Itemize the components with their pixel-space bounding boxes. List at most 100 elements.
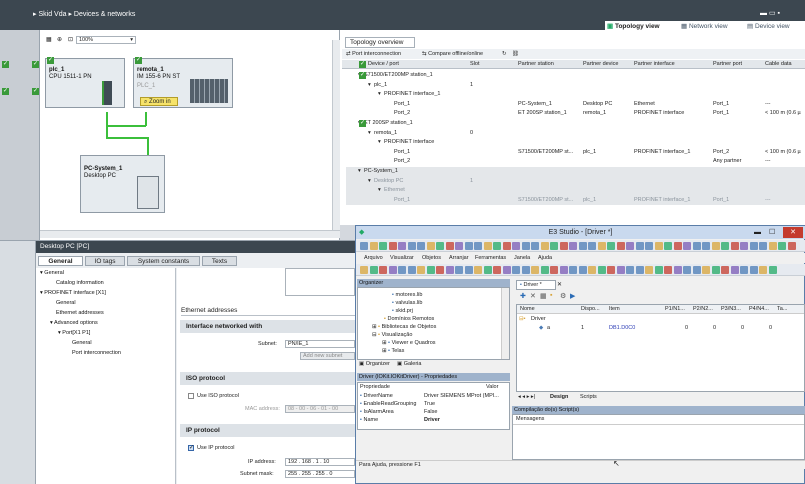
toolbar-button-icon[interactable] xyxy=(502,266,511,274)
toolbar-button-icon[interactable] xyxy=(455,266,463,274)
toolbar-button-icon[interactable] xyxy=(749,266,758,274)
ip-field[interactable]: 192 . 168 . 1 . 10 xyxy=(285,458,355,466)
org-item-bibliotecas[interactable]: ⊞ ▪ Bibliotecas de Objetos xyxy=(372,324,436,330)
toolbar-button-icon[interactable] xyxy=(407,242,416,250)
toolbar-button-icon[interactable] xyxy=(455,242,463,250)
add-subnet-button[interactable]: Add new subnet xyxy=(300,352,355,360)
toolbar-button-icon[interactable] xyxy=(464,266,473,274)
topology-row[interactable]: Port_1 PC-System_1 Desktop PC Ethernet Port_… xyxy=(346,100,805,110)
prop-value[interactable]: Driver SIEMENS MProt (MPI... xyxy=(424,393,499,399)
tree-profinet-general[interactable]: General xyxy=(56,300,76,306)
tab-galeria[interactable]: ▣ Galeria xyxy=(397,361,421,367)
toolbar-button-icon[interactable] xyxy=(426,242,435,250)
toolbar-button-icon[interactable] xyxy=(550,242,558,250)
topology-row[interactable]: plc_1 ▾ 1 xyxy=(346,81,805,91)
nav-arrows-icon[interactable]: ◂ ◂ ▸ ▸| xyxy=(518,394,535,400)
network-view-canvas[interactable]: ▦ ⊕ ⊡ 100% ▾ ✓ plc_1 CPU 1511-1 PN ✓ remo… xyxy=(40,30,340,240)
expand-arrow-icon[interactable]: ▾ xyxy=(368,177,371,187)
vertical-scrollbar[interactable] xyxy=(332,40,340,230)
e3-close-button[interactable]: ✕ xyxy=(783,227,803,238)
horizontal-scrollbar[interactable] xyxy=(40,230,340,238)
properties-grid[interactable]: Propriedade Valor ▪ DriverName Driver SIE… xyxy=(357,382,510,430)
toolbar-button-icon[interactable] xyxy=(521,266,530,274)
toolbar-button-icon[interactable] xyxy=(749,242,758,250)
pc-device[interactable]: PC-System_1 Desktop PC xyxy=(80,155,165,213)
toolbar-button-icon[interactable] xyxy=(730,266,739,274)
toolbar-button-icon[interactable] xyxy=(588,242,596,250)
toolbar-button-icon[interactable] xyxy=(787,242,796,250)
toolbar-button-icon[interactable] xyxy=(578,242,587,250)
use-ip-checkbox[interactable]: ✓ xyxy=(188,445,194,451)
expand-arrow-icon[interactable]: ▾ xyxy=(378,186,381,196)
topology-row[interactable]: S71500/ET200MP station_1▾ xyxy=(346,71,805,81)
toolbar-button-icon[interactable] xyxy=(369,242,378,250)
folder-icon[interactable]: ▪ xyxy=(550,292,552,299)
col-partner-device[interactable]: Partner device xyxy=(583,60,618,69)
tree-port-general[interactable]: General xyxy=(72,340,92,346)
toolbar-button-icon[interactable] xyxy=(730,242,739,250)
toolbar-button-icon[interactable] xyxy=(654,242,663,250)
expand-arrow-icon[interactable]: ▾ xyxy=(378,90,381,100)
settings-icon[interactable]: ⚙ xyxy=(560,292,566,300)
expand-arrow-icon[interactable]: ▾ xyxy=(368,81,371,91)
tree-profinet[interactable]: ▾ PROFINET interface [X1] xyxy=(40,290,106,296)
tab-system-constants[interactable]: System constants xyxy=(127,256,200,266)
topology-row[interactable]: Desktop PC ▾ 1 xyxy=(346,176,805,187)
tab-general[interactable]: General xyxy=(38,256,83,266)
toolbar-button-icon[interactable] xyxy=(673,266,682,274)
toolbar-button-icon[interactable] xyxy=(768,266,777,274)
toolbar-button-icon[interactable] xyxy=(607,242,615,250)
toolbar-button-icon[interactable] xyxy=(512,266,520,274)
add-icon[interactable]: ✚ xyxy=(520,292,526,300)
topology-row[interactable]: PC-System_1 ▾ xyxy=(346,167,805,177)
menu-arranjar[interactable]: Arranjar xyxy=(449,255,469,261)
toolbar-button-icon[interactable] xyxy=(559,266,568,274)
toolbar-button-icon[interactable] xyxy=(616,266,625,274)
breadcrumb-devices[interactable]: Devices & networks xyxy=(74,11,135,18)
toolbar-button-icon[interactable] xyxy=(768,242,777,250)
refresh-icon[interactable]: ↻ xyxy=(502,49,507,59)
menu-ajuda[interactable]: Ajuda xyxy=(538,255,552,261)
col-cable-data[interactable]: Cable data xyxy=(765,60,792,69)
org-item-visualizacao[interactable]: ⊟ ▪ Visualização xyxy=(372,332,412,338)
org-item-dominios[interactable]: ▪ Domínios Remotos xyxy=(384,316,434,322)
prop-value[interactable]: True xyxy=(424,401,435,407)
org-item-viewer[interactable]: ⊞ ▪ Viewer e Quadros xyxy=(382,340,436,346)
prop-value[interactable]: Driver xyxy=(424,417,440,423)
prop-value[interactable]: False xyxy=(424,409,437,415)
toolbar-button-icon[interactable] xyxy=(645,242,653,250)
expand-arrow-icon[interactable]: ▾ xyxy=(378,138,381,148)
toolbar-button-icon[interactable] xyxy=(664,242,672,250)
toolbar-button-icon[interactable] xyxy=(740,242,748,250)
toolbar-button-icon[interactable] xyxy=(692,266,701,274)
toolbar-button-icon[interactable] xyxy=(645,266,653,274)
port-interconnection-button[interactable]: ⇄ Port interconnection xyxy=(346,49,401,59)
link-icon[interactable]: ⛓ xyxy=(512,49,519,59)
toolbar-button-icon[interactable] xyxy=(550,266,558,274)
toolbar-button-icon[interactable] xyxy=(417,242,425,250)
zoom-fit-icon[interactable]: ⊡ xyxy=(68,36,73,43)
toolbar-button-icon[interactable] xyxy=(692,242,701,250)
toolbar-button-icon[interactable] xyxy=(683,242,691,250)
toolbar-button-icon[interactable] xyxy=(702,242,710,250)
toolbar-button-icon[interactable] xyxy=(436,242,444,250)
menu-janela[interactable]: Janela xyxy=(514,255,530,261)
delete-icon[interactable]: ✕ xyxy=(530,292,536,300)
driver-dispo-cell[interactable]: 1 xyxy=(581,325,584,331)
close-icon[interactable]: ▪ xyxy=(778,10,780,17)
zoom-icon[interactable]: ⊕ xyxy=(57,36,62,43)
e3-maximize-icon[interactable]: ☐ xyxy=(769,226,775,239)
driver-name-cell[interactable]: a xyxy=(547,325,550,331)
col-p2[interactable]: P2/N2... xyxy=(693,306,713,312)
subnet-select[interactable]: PN/IE_1 xyxy=(285,340,355,348)
org-item-motores[interactable]: ▪ motores.lib xyxy=(392,292,422,298)
driver-item-cell[interactable]: DB1.D0C0 xyxy=(609,325,635,331)
toolbar-button-icon[interactable] xyxy=(607,266,615,274)
toolbar-button-icon[interactable] xyxy=(597,242,606,250)
toolbar-button-icon[interactable] xyxy=(569,242,577,250)
tree-general[interactable]: ▾ General xyxy=(40,270,64,276)
col-p1[interactable]: P1/N1... xyxy=(665,306,685,312)
mask-field[interactable]: 255 . 255 . 255 . 0 xyxy=(285,470,355,478)
col-p3[interactable]: P3/N3... xyxy=(721,306,741,312)
toolbar-button-icon[interactable] xyxy=(407,266,416,274)
